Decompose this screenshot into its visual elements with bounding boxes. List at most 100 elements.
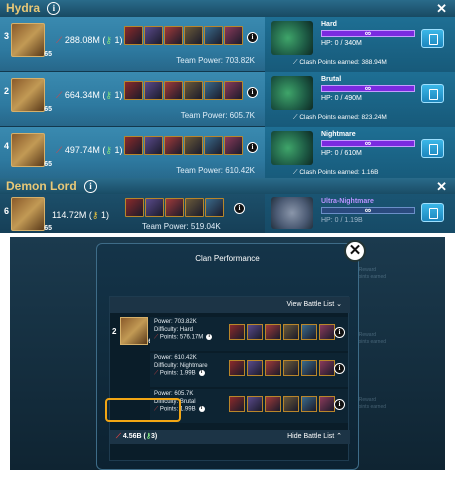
level-label: 65	[44, 161, 52, 168]
infinity-icon: ∞	[364, 205, 372, 215]
boss-panel: Ultra-Nightmare ∞ HP: 0 / 1.19B	[265, 194, 455, 233]
battle-list: View Battle List ⌄ 2 65 Power: 703.82K D…	[109, 296, 350, 461]
total-keys: 3	[150, 433, 155, 440]
leader-avatar: 65	[11, 78, 52, 113]
damage-dealt: ⟋ 288.08M (⚷ 1)	[56, 35, 123, 45]
damage-value: 497.74M	[64, 145, 100, 155]
champion-portrait	[145, 198, 164, 217]
champion-portrait	[224, 136, 243, 155]
team-power: Team Power: 610.42K	[176, 166, 255, 175]
hide-battle-list-button[interactable]: Hide Battle List ⌃	[287, 430, 342, 444]
team-power: Team Power: 703.82K	[176, 56, 255, 65]
copy-team-button[interactable]	[421, 139, 444, 158]
clash-points: ⟋ Clash Points earned: 823.24M	[293, 114, 387, 121]
leader-avatar: 65	[11, 133, 52, 168]
info-icon[interactable]: i	[198, 370, 205, 376]
rank-number: 2	[112, 327, 117, 336]
sword-icon: ⟋	[116, 433, 121, 440]
champion-portrait	[144, 136, 163, 155]
clan-performance-screen: ranking Reward Clash Points earned ranki…	[10, 237, 445, 470]
keys-used: 1	[114, 35, 120, 45]
info-icon[interactable]: i	[206, 334, 213, 340]
leader-avatar: 65	[11, 23, 52, 58]
damage-value: 288.08M	[64, 35, 100, 45]
boss-difficulty: Brutal	[321, 76, 342, 83]
info-icon[interactable]: i	[234, 203, 245, 214]
champion-portrait	[301, 360, 317, 376]
info-icon[interactable]: i	[334, 363, 345, 374]
info-icon[interactable]: i	[47, 2, 61, 15]
boss-hp: HP: 0 / 490M	[321, 95, 362, 102]
battle-list-footer: ⟋ 4.56B (⚷3) Hide Battle List ⌃	[110, 430, 350, 444]
clash-points: ⟋ Clash Points earned: 1.16B	[293, 169, 379, 176]
champion-portrait	[247, 360, 263, 376]
champion-portrait	[247, 324, 263, 340]
battle-points: ⟋ Points: 1.99B i	[154, 370, 208, 378]
team-champions	[125, 198, 224, 217]
champion-portrait	[319, 396, 335, 412]
info-icon[interactable]: i	[247, 32, 258, 43]
damage-value: 114.72M	[52, 210, 87, 220]
sword-icon: ⟋	[154, 334, 159, 341]
clash-points-value: Clash Points earned: 1.16B	[299, 169, 379, 176]
hydra-row: 2 65 ⟋ 664.34M (⚷ 1) i Team Power: 605.7…	[0, 72, 455, 127]
champion-portrait	[319, 324, 335, 340]
copy-team-button[interactable]	[421, 84, 444, 103]
close-icon[interactable]: ✕	[436, 178, 447, 195]
keys-used: 1	[114, 90, 120, 100]
close-icon[interactable]: ✕	[436, 0, 447, 17]
rank-number: 3	[4, 31, 10, 41]
team-champions	[124, 26, 243, 45]
champion-portrait	[124, 136, 143, 155]
hp-bar: ∞	[321, 28, 415, 38]
champion-portrait	[164, 26, 183, 45]
boss-difficulty: Nightmare	[321, 131, 356, 138]
hydra-boss-image	[271, 21, 313, 55]
sword-icon: ⟋	[56, 90, 63, 100]
rank-number: 2	[4, 86, 10, 96]
info-icon[interactable]: i	[334, 327, 345, 338]
battle-stats: Power: 703.82K Difficulty: Hard ⟋ Points…	[154, 319, 213, 342]
copy-team-button[interactable]	[421, 29, 444, 48]
hp-bar: ∞	[321, 205, 415, 215]
team-champions	[124, 136, 243, 155]
close-icon[interactable]: ✕	[344, 240, 366, 262]
champion-portrait	[224, 26, 243, 45]
champion-portrait	[265, 324, 281, 340]
key-icon: ⚷	[105, 35, 112, 45]
leader-avatar: 65	[11, 197, 52, 232]
info-icon[interactable]: i	[247, 87, 258, 98]
sword-icon: ⟋	[56, 35, 63, 45]
champion-portrait	[144, 26, 163, 45]
champion-portrait	[204, 26, 223, 45]
info-icon[interactable]: i	[84, 180, 98, 193]
view-battle-list-button[interactable]: View Battle List ⌄	[110, 297, 350, 313]
level-label: 65	[44, 51, 52, 58]
demon-lord-boss-image	[271, 197, 313, 229]
champion-portrait	[184, 26, 203, 45]
leader-avatar: 65	[120, 317, 155, 345]
battle-entry: Power: 610.42K Difficulty: Nightmare ⟋ P…	[150, 353, 348, 387]
damage-dealt: ⟋ 664.34M (⚷ 1)	[56, 90, 123, 100]
champion-portrait	[124, 81, 143, 100]
total-points: ⟋ 4.56B (⚷3)	[116, 433, 158, 440]
champion-portrait	[124, 26, 143, 45]
hp-bar: ∞	[321, 83, 415, 93]
info-icon[interactable]: i	[334, 399, 345, 410]
champion-portrait	[204, 136, 223, 155]
demon-lord-title: Demon Lord	[6, 179, 77, 193]
rank-number: 4	[4, 141, 10, 151]
copy-team-button[interactable]	[421, 203, 444, 222]
champion-portrait	[265, 396, 281, 412]
boss-panel: Hard ∞ HP: 0 / 340M ⟋ Clash Points earne…	[265, 17, 455, 72]
boss-difficulty: Ultra-Nightmare	[321, 198, 374, 205]
battle-power: Power: 610.42K	[154, 355, 197, 361]
info-icon[interactable]: i	[247, 142, 258, 153]
hydra-boss-image	[271, 76, 313, 110]
battle-difficulty: Difficulty: Hard	[154, 326, 193, 333]
team-power: Team Power: 605.7K	[180, 111, 255, 120]
info-icon[interactable]: i	[198, 406, 205, 412]
champion-portrait	[265, 360, 281, 376]
damage-dealt: 114.72M (⚷ 1)	[52, 210, 109, 220]
boss-panel: Brutal ∞ HP: 0 / 490M ⟋ Clash Points ear…	[265, 72, 455, 127]
